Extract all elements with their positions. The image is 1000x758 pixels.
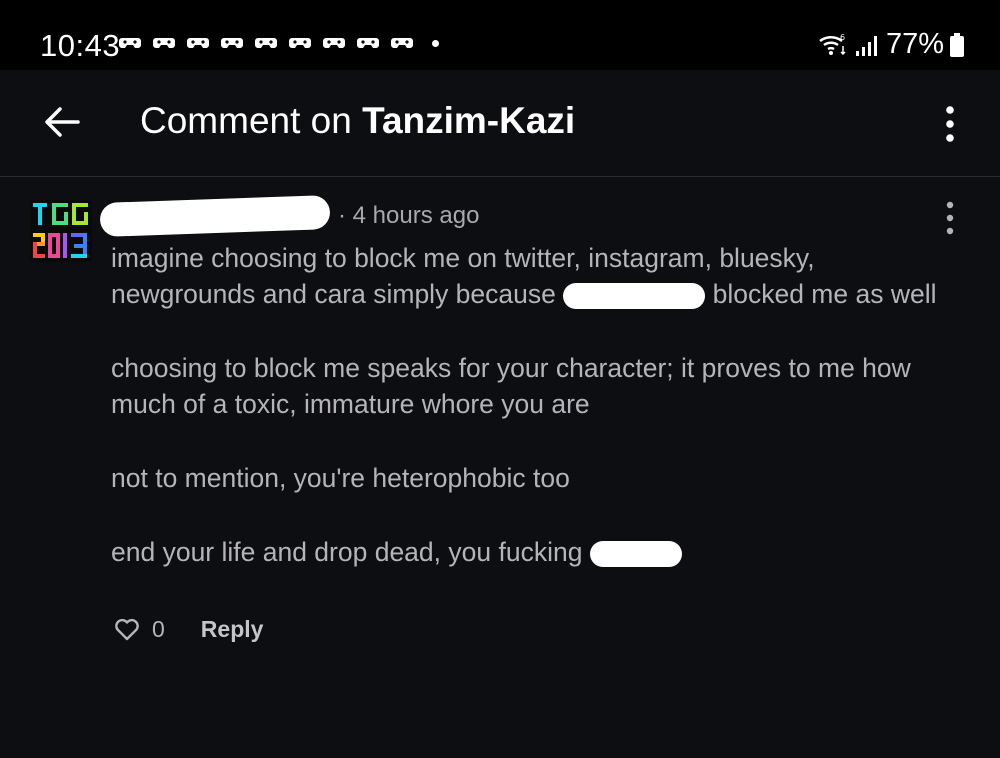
app-header: Comment on Tanzim-Kazi bbox=[0, 70, 1000, 177]
svg-text:6: 6 bbox=[840, 33, 845, 42]
game-icon bbox=[153, 38, 175, 48]
heart-icon bbox=[115, 618, 139, 640]
comment-actions: 0 Reply bbox=[114, 616, 263, 643]
back-arrow-icon[interactable] bbox=[40, 100, 84, 144]
game-icon bbox=[357, 38, 379, 48]
title-username[interactable]: Tanzim-Kazi bbox=[362, 100, 575, 141]
status-right: 6 77% bbox=[818, 28, 964, 61]
game-icon bbox=[323, 38, 345, 48]
more-options-icon[interactable] bbox=[938, 104, 962, 144]
comment-body: imagine choosing to block me on twitter,… bbox=[111, 240, 941, 608]
comment-paragraph: not to mention, you're heterophobic too bbox=[111, 463, 570, 493]
game-icon bbox=[221, 38, 243, 48]
avatar[interactable] bbox=[30, 200, 92, 262]
status-bar: 10:43 6 77% bbox=[0, 0, 1000, 70]
comment-author-row: · 4 hours ago bbox=[99, 194, 480, 238]
battery-icon bbox=[950, 32, 964, 57]
reply-button[interactable]: Reply bbox=[201, 616, 264, 643]
comment-text: blocked me as well bbox=[705, 279, 937, 309]
comment-more-options-icon[interactable] bbox=[942, 200, 958, 236]
game-icon bbox=[187, 38, 209, 48]
game-icon bbox=[255, 38, 277, 48]
wifi-icon: 6 bbox=[819, 33, 846, 55]
status-time: 10:43 bbox=[40, 28, 121, 63]
comment-text: end your life and drop dead, you fucking bbox=[111, 537, 590, 567]
redacted-name bbox=[563, 283, 706, 309]
game-icon bbox=[119, 38, 141, 48]
comment-paragraph: choosing to block me speaks for your cha… bbox=[111, 353, 911, 419]
title-prefix: Comment on bbox=[140, 100, 363, 141]
like-count: 0 bbox=[152, 616, 165, 642]
comment-paragraph: imagine choosing to block me on twitter,… bbox=[111, 240, 941, 312]
more-notifications-dot bbox=[432, 39, 439, 47]
comment-timestamp: · 4 hours ago bbox=[338, 202, 480, 229]
game-icon bbox=[391, 38, 413, 48]
signal-icon bbox=[855, 35, 877, 56]
page-title: Comment on Tanzim-Kazi bbox=[140, 100, 575, 142]
comment-paragraph: end your life and drop dead, you fucking bbox=[111, 534, 941, 570]
battery-percent: 77% bbox=[885, 28, 944, 60]
game-icon bbox=[289, 38, 311, 48]
redacted-word bbox=[589, 541, 682, 567]
notification-icons bbox=[118, 33, 439, 53]
like-button[interactable]: 0 bbox=[114, 616, 165, 643]
redacted-username bbox=[99, 194, 331, 238]
